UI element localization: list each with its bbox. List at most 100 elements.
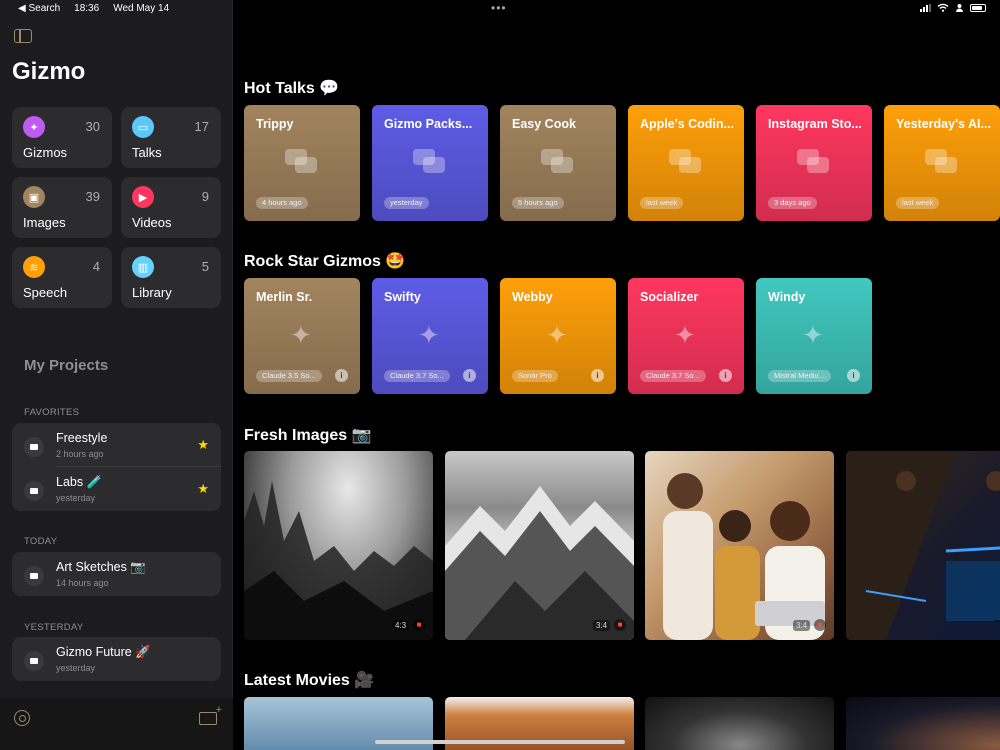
tile-images[interactable]: ▣ 39 Images [12,177,112,238]
chat-bubbles-icon [413,149,447,177]
new-folder-icon[interactable] [199,704,222,725]
info-icon[interactable]: i [591,369,604,382]
card-title: Gizmo Packs... [384,117,473,131]
star-icon[interactable]: ★ [197,481,209,497]
tile-count: 9 [201,189,209,204]
project-subtitle: yesterday [56,493,96,503]
image-card-studio[interactable] [846,451,1000,640]
tile-library[interactable]: ▥ 5 Library [121,247,221,308]
tile-gizmos[interactable]: ✦ 30 Gizmos [12,107,112,168]
star-icon[interactable]: ★ [197,437,209,453]
sparkle-icon: ✦ [802,320,824,350]
model-badge: Mistral Mediu... [768,370,831,382]
talk-card-trippy[interactable]: Trippy 4 hours ago [244,105,360,221]
favorites-list: Freestyle 2 hours ago ★ Labs 🧪 yesterday… [12,423,221,511]
talk-card-yesterday-s-ai[interactable]: Yesterday's AI... last week [884,105,1000,221]
card-title: Swifty [384,290,421,304]
gizmo-card-webby[interactable]: Webby ✦ Sonar Pro i [500,278,616,394]
model-badge: Claude 3.7 So... [640,370,706,382]
info-icon[interactable]: i [719,369,732,382]
info-icon[interactable]: i [463,369,476,382]
aspect-ratio-badge: 4:3 [392,620,410,631]
section-title-hot-talks: Hot Talks 💬 [244,80,340,97]
tile-count: 39 [85,189,100,204]
folder-icon [24,437,44,457]
sparkle-icon: ✦ [418,320,440,350]
sidebar-bottom-bar [0,698,233,750]
chat-bubbles-icon [285,149,319,177]
time-badge: 3 days ago [768,197,817,209]
movie-thumbnail-night[interactable] [846,697,1000,750]
project-row-freestyle[interactable]: Freestyle 2 hours ago ★ [12,423,221,467]
section-title-rock-star: Rock Star Gizmos 🤩 [244,253,406,270]
section-title-fresh-images: Fresh Images 📷 [244,427,372,444]
project-title: Labs 🧪 [56,475,103,489]
yesterday-list: Gizmo Future 🚀 yesterday [12,637,221,681]
battery-icon [970,3,986,12]
image-card-forest[interactable]: 4:3 ■ [244,451,433,640]
gizmo-card-socializer[interactable]: Socializer ✦ Claude 3.7 So... i [628,278,744,394]
info-icon[interactable]: i [335,369,348,382]
model-badge: Sonar Pro [512,370,558,382]
cellular-signal-icon [920,3,931,12]
card-title: Apple's Codin... [640,117,734,131]
tile-label: Gizmos [23,145,68,160]
wifi-icon [937,3,949,12]
trash-icon[interactable]: ■ [614,619,626,631]
card-title: Yesterday's AI... [896,117,991,131]
card-title: Trippy [256,117,294,131]
chat-bubbles-icon [541,149,575,177]
card-title: Windy [768,290,806,304]
tile-label: Talks [132,145,162,160]
tile-talks[interactable]: ▭ 17 Talks [121,107,221,168]
project-title: Art Sketches 📷 [56,560,146,574]
chat-bubbles-icon [669,149,703,177]
talk-card-apple-s-codin[interactable]: Apple's Codin... last week [628,105,744,221]
talk-card-instagram-sto[interactable]: Instagram Sto... 3 days ago [756,105,872,221]
project-subtitle: 14 hours ago [56,578,109,588]
mountain-image [445,486,634,640]
folder-icon [24,651,44,671]
status-time: 18:36 [74,3,100,14]
talk-card-easy-cook[interactable]: Easy Cook 5 hours ago [500,105,616,221]
sidebar-toggle-icon[interactable] [14,29,32,43]
home-indicator[interactable] [375,740,625,744]
project-row-art-sketches[interactable]: Art Sketches 📷 14 hours ago [12,552,221,596]
chat-icon: ▭ [132,116,154,138]
time-badge: last week [896,197,940,209]
image-card-people[interactable]: 3:4 ■ [645,451,834,640]
card-title: Easy Cook [512,117,576,131]
time-badge: yesterday [384,197,429,209]
photo-icon: ▣ [23,186,45,208]
card-title: Merlin Sr. [256,290,313,304]
tile-count: 30 [85,119,100,134]
trash-icon[interactable]: ■ [413,619,425,631]
tile-speech[interactable]: ≋ 4 Speech [12,247,112,308]
info-icon[interactable]: i [847,369,860,382]
project-row-gizmo-future[interactable]: Gizmo Future 🚀 yesterday [12,637,221,681]
status-date: Wed May 14 [113,3,170,14]
gizmo-card-merlin-sr[interactable]: Merlin Sr. ✦ Claude 3.5 So... i [244,278,360,394]
trash-icon[interactable]: ■ [814,619,826,631]
chat-bubbles-icon [925,149,959,177]
sparkle-icon: ✦ [23,116,45,138]
tile-videos[interactable]: ▶ 9 Videos [121,177,221,238]
talk-card-gizmo-packs[interactable]: Gizmo Packs... yesterday [372,105,488,221]
settings-gear-icon[interactable] [14,710,30,726]
image-card-mountains[interactable]: 3:4 ■ [445,451,634,640]
back-to-search-link[interactable]: ◀ Search [18,3,60,14]
app-title: Gizmo [12,58,86,85]
time-badge: last week [640,197,684,209]
tile-label: Library [132,285,172,300]
gizmo-card-windy[interactable]: Windy ✦ Mistral Mediu... i [756,278,872,394]
project-row-labs[interactable]: Labs 🧪 yesterday ★ [12,467,221,511]
tile-label: Images [23,215,66,230]
time-badge: 5 hours ago [512,197,564,209]
tile-label: Videos [132,215,172,230]
gizmo-card-swifty[interactable]: Swifty ✦ Claude 3.7 So... i [372,278,488,394]
movie-thumbnail-portrait[interactable] [645,697,834,750]
multitask-dots-icon[interactable]: ••• [491,2,507,14]
chat-bubbles-icon [797,149,831,177]
status-bar: ◀ Search 18:36 Wed May 14 ••• [0,0,1000,18]
project-title: Gizmo Future 🚀 [56,645,151,659]
